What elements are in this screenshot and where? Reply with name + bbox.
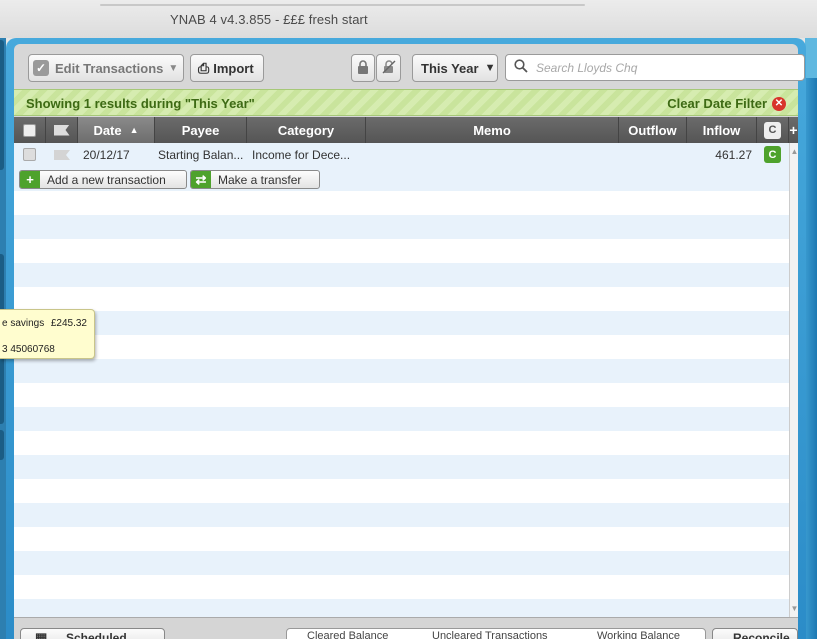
register-panel: ✓ Edit Transactions ▼ ⎙ Import This Year…: [6, 38, 806, 639]
column-inflow-label: Inflow: [702, 122, 741, 138]
title-bar: YNAB 4 v4.3.855 - £££ fresh start: [0, 0, 817, 38]
date-range-label: This Year: [421, 60, 479, 76]
column-payee-label: Payee: [181, 122, 220, 138]
sort-asc-icon: ▲: [129, 125, 139, 135]
column-category-label: Category: [277, 122, 335, 138]
calendar-icon: ▦: [35, 630, 48, 639]
select-all-checkbox[interactable]: [23, 123, 36, 137]
vertical-scrollbar[interactable]: ▲ ▼: [789, 143, 798, 617]
hide-reconciled-button[interactable]: [376, 54, 401, 82]
account-tooltip: e savings £245.32 3 45060768: [0, 309, 95, 359]
column-category[interactable]: Category: [247, 117, 366, 143]
column-cleared-label: C: [764, 121, 781, 139]
column-memo-label: Memo: [473, 122, 511, 138]
table-row[interactable]: 20/12/17 Starting Balan... Income for De…: [14, 143, 789, 167]
cleared-badge[interactable]: C: [764, 146, 781, 163]
tooltip-account-name: e savings: [2, 318, 45, 329]
plus-icon: +: [20, 171, 40, 188]
import-icon: ⎙: [198, 59, 210, 76]
import-button[interactable]: ⎙ Import: [190, 54, 264, 82]
transfer-icon: ⇄: [191, 171, 211, 188]
cell-category[interactable]: Income for Dece...: [252, 148, 350, 162]
search-box[interactable]: [505, 54, 805, 81]
scroll-up-icon[interactable]: ▲: [790, 147, 799, 156]
transaction-list: 20/12/17 Starting Balan... Income for De…: [14, 143, 789, 617]
tooltip-account-balance: £245.32: [50, 318, 87, 329]
sidebar-segment: [0, 40, 4, 170]
flag-column[interactable]: [46, 117, 78, 143]
tab-edge: [100, 4, 585, 6]
right-edge: [805, 38, 817, 639]
flag-icon: [53, 124, 70, 136]
lock-button[interactable]: [351, 54, 375, 82]
cell-inflow[interactable]: 461.27: [715, 148, 752, 162]
column-inflow[interactable]: Inflow: [687, 117, 757, 143]
reconcile-button[interactable]: Reconcile: [712, 628, 798, 639]
close-icon: ✕: [772, 96, 786, 111]
window-title: YNAB 4 v4.3.855 - £££ fresh start: [170, 12, 368, 27]
make-transfer-button[interactable]: ⇄ Make a transfer: [190, 170, 320, 189]
clear-date-filter-button[interactable]: Clear Date Filter ✕: [667, 96, 786, 111]
cell-payee[interactable]: Starting Balan...: [158, 148, 243, 162]
caret-down-icon: ▼: [484, 62, 496, 74]
search-input[interactable]: [536, 60, 786, 75]
plus-icon: +: [789, 122, 798, 138]
add-transaction-button[interactable]: + Add a new transaction: [19, 170, 187, 189]
column-outflow[interactable]: Outflow: [619, 117, 687, 143]
cell-date[interactable]: 20/12/17: [83, 148, 130, 162]
clear-date-filter-label: Clear Date Filter: [667, 96, 767, 111]
unlock-slash-icon: [382, 59, 396, 77]
column-memo[interactable]: Memo: [366, 117, 619, 143]
working-balance-label: Working Balance: [597, 630, 680, 639]
checkmark-icon: ✓: [33, 60, 49, 76]
import-label: Import: [213, 60, 254, 76]
filter-bar: Showing 1 results during "This Year" Cle…: [14, 89, 798, 116]
register-footer: ▦ Scheduled Cleared Balance Uncleared Tr…: [14, 617, 798, 639]
lock-icon: [357, 59, 369, 77]
column-payee[interactable]: Payee: [155, 117, 247, 143]
caret-down-icon: ▼: [168, 62, 179, 74]
edit-transactions-label: Edit Transactions: [55, 60, 164, 76]
cleared-balance-label: Cleared Balance: [307, 630, 389, 639]
scroll-down-icon[interactable]: ▼: [790, 604, 799, 613]
add-column-button[interactable]: +: [789, 117, 798, 143]
column-cleared[interactable]: C: [757, 117, 789, 143]
column-date-label: Date: [93, 122, 122, 138]
select-all-column[interactable]: [14, 117, 46, 143]
scheduled-label: Scheduled: [66, 631, 127, 639]
column-date[interactable]: Date ▲: [78, 117, 155, 143]
reconcile-label: Reconcile: [733, 631, 790, 639]
register-inner: ✓ Edit Transactions ▼ ⎙ Import This Year…: [14, 44, 805, 639]
search-icon: [514, 58, 528, 77]
add-transaction-label: Add a new transaction: [47, 172, 166, 187]
edit-transactions-button[interactable]: ✓ Edit Transactions ▼: [28, 54, 184, 82]
sidebar-segment: [0, 430, 4, 460]
column-outflow-label: Outflow: [628, 122, 677, 138]
filter-message: Showing 1 results during "This Year": [26, 96, 255, 111]
uncleared-transactions-label: Uncleared Transactions: [432, 630, 548, 639]
row-checkbox[interactable]: [23, 148, 36, 161]
flag-icon[interactable]: [54, 150, 70, 160]
scheduled-button[interactable]: ▦ Scheduled: [20, 628, 165, 639]
right-edge-notch: [805, 38, 817, 78]
date-range-dropdown[interactable]: This Year ▼: [412, 54, 498, 82]
tooltip-account-number: 3 45060768: [2, 344, 55, 355]
make-transfer-label: Make a transfer: [218, 172, 302, 187]
balance-summary: Cleared Balance Uncleared Transactions W…: [286, 628, 706, 639]
table-header: Date ▲ Payee Category Memo Outflow Inflo…: [14, 117, 798, 143]
